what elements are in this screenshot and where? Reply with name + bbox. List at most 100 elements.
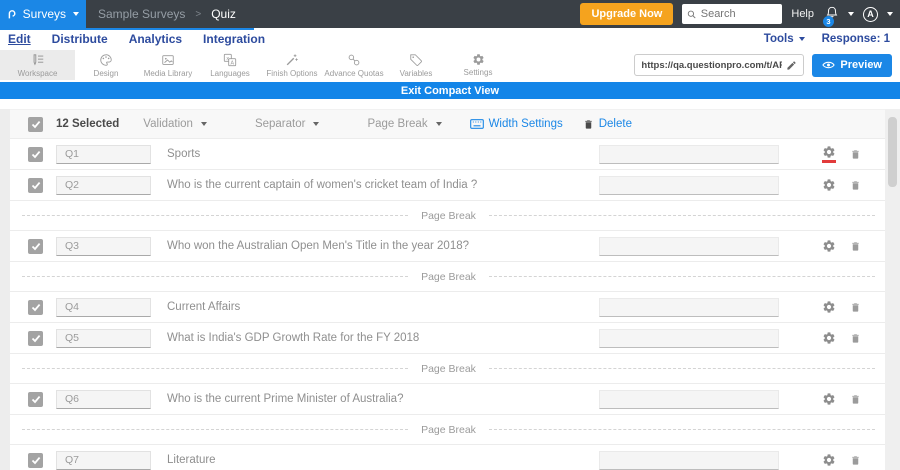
question-delete-button[interactable] (850, 454, 861, 467)
tab-integration[interactable]: Integration (203, 32, 265, 46)
question-delete-button[interactable] (850, 301, 861, 314)
tools-dropdown[interactable]: Tools (764, 33, 805, 45)
page-break-dropdown[interactable]: Page Break (367, 118, 442, 130)
chevron-down-icon[interactable] (887, 12, 893, 16)
question-delete-button[interactable] (850, 148, 861, 161)
tab-edit[interactable]: Edit (8, 32, 31, 46)
answer-width-input[interactable] (599, 176, 779, 195)
tab-distribute[interactable]: Distribute (52, 32, 108, 46)
row-checkbox[interactable] (28, 330, 43, 346)
question-settings-button[interactable] (822, 178, 836, 192)
question-code-input[interactable] (56, 297, 151, 317)
check-icon (31, 181, 40, 189)
breadcrumb-parent[interactable]: Sample Surveys (98, 7, 185, 21)
question-text[interactable]: Current Affairs (167, 301, 240, 313)
question-code-input[interactable] (56, 389, 151, 409)
answer-width-input[interactable] (599, 451, 779, 470)
row-checkbox[interactable] (28, 391, 43, 407)
answer-width-input[interactable] (599, 145, 779, 164)
workspace-icon (33, 53, 43, 66)
row-checkbox[interactable] (28, 146, 43, 162)
validation-label: Validation (143, 118, 193, 130)
pencil-icon[interactable] (786, 60, 797, 71)
toolbar-item-advance-quotas[interactable]: Advance Quotas (323, 50, 385, 80)
chevron-down-icon (200, 122, 207, 126)
question-text[interactable]: Who is the current captain of women's cr… (167, 179, 477, 191)
row-checkbox[interactable] (28, 238, 43, 254)
exit-compact-view-banner[interactable]: Exit Compact View (0, 82, 900, 99)
preview-button[interactable]: Preview (812, 53, 892, 77)
question-text[interactable]: Sports (167, 148, 200, 160)
question-settings-button[interactable] (822, 392, 836, 406)
help-link[interactable]: Help (791, 8, 814, 20)
answer-width-input[interactable] (599, 237, 779, 256)
page-break-label[interactable]: Page Break (421, 271, 476, 283)
scrollbar[interactable] (885, 109, 900, 470)
selected-count: 12 Selected (56, 118, 120, 130)
row-checkbox[interactable] (28, 452, 43, 468)
toolbar-item-finish-options[interactable]: Finish Options (261, 50, 323, 80)
question-code-input[interactable] (56, 236, 151, 256)
question-delete-button[interactable] (850, 179, 861, 192)
question-text[interactable]: Who is the current Prime Minister of Aus… (167, 393, 403, 405)
chevron-down-icon (435, 122, 442, 126)
question-settings-button[interactable] (822, 145, 836, 163)
survey-url-box (634, 54, 805, 76)
tools-label: Tools (763, 33, 794, 45)
response-count[interactable]: Response: 1 (822, 33, 890, 45)
toolbar-item-design[interactable]: Design (75, 50, 137, 80)
trash-icon (852, 242, 859, 251)
tab-analytics[interactable]: Analytics (129, 32, 182, 46)
row-checkbox[interactable] (28, 299, 43, 315)
question-delete-button[interactable] (850, 240, 861, 253)
width-settings-button[interactable]: Width Settings (469, 118, 563, 130)
question-text[interactable]: Literature (167, 454, 216, 466)
question-settings-button[interactable] (822, 453, 836, 467)
page-break-label[interactable]: Page Break (421, 210, 476, 222)
trash-icon (852, 303, 859, 312)
page-break-label[interactable]: Page Break (421, 424, 476, 436)
question-text[interactable]: What is India's GDP Growth Rate for the … (167, 332, 419, 344)
question-settings-button[interactable] (822, 239, 836, 253)
question-code-input[interactable] (56, 144, 151, 164)
row-checkbox[interactable] (28, 177, 43, 193)
toolbar-item-settings[interactable]: Settings (447, 50, 509, 80)
toolbar-item-variables[interactable]: Variables (385, 50, 447, 80)
question-delete-button[interactable] (850, 332, 861, 345)
answer-width-input[interactable] (599, 298, 779, 317)
page-break-label[interactable]: Page Break (421, 363, 476, 375)
question-code-input[interactable] (56, 328, 151, 348)
scrollbar-thumb[interactable] (888, 117, 897, 187)
search-box[interactable] (682, 4, 783, 24)
toolbar-item-media-library[interactable]: Media Library (137, 50, 199, 80)
product-menu[interactable]: Surveys (0, 0, 86, 28)
answer-width-input[interactable] (599, 329, 779, 348)
question-delete-button[interactable] (850, 393, 861, 406)
chevron-down-icon[interactable] (848, 12, 854, 16)
avatar[interactable]: A (863, 6, 878, 22)
trash-icon (852, 334, 859, 343)
select-all-checkbox[interactable] (28, 116, 43, 132)
gear-icon (823, 179, 835, 191)
validation-dropdown[interactable]: Validation (143, 118, 207, 130)
answer-width-input[interactable] (599, 390, 779, 409)
question-list: 12 Selected Validation Separator Page Br… (10, 109, 885, 470)
notifications-button[interactable]: 3 (823, 4, 839, 27)
top-bar: Surveys Sample Surveys > Quiz Upgrade No… (0, 0, 900, 28)
toolbar-item-workspace[interactable]: Workspace (0, 50, 75, 80)
question-code-input[interactable] (56, 175, 151, 195)
search-input[interactable] (700, 8, 778, 20)
question-text[interactable]: Who won the Australian Open Men's Title … (167, 240, 469, 252)
upgrade-now-button[interactable]: Upgrade Now (580, 3, 674, 25)
questionpro-logo-icon (8, 10, 16, 19)
delete-label: Delete (598, 118, 632, 130)
separator-dropdown[interactable]: Separator (255, 118, 320, 130)
question-settings-button[interactable] (822, 300, 836, 314)
question-code-input[interactable] (56, 450, 151, 470)
toolbar-item-languages[interactable]: xA Languages (199, 50, 261, 80)
survey-url-input[interactable] (641, 59, 783, 71)
delete-button[interactable]: Delete (583, 118, 632, 131)
keyboard-icon (469, 119, 484, 129)
question-settings-button[interactable] (822, 331, 836, 345)
gear-icon (823, 301, 835, 313)
